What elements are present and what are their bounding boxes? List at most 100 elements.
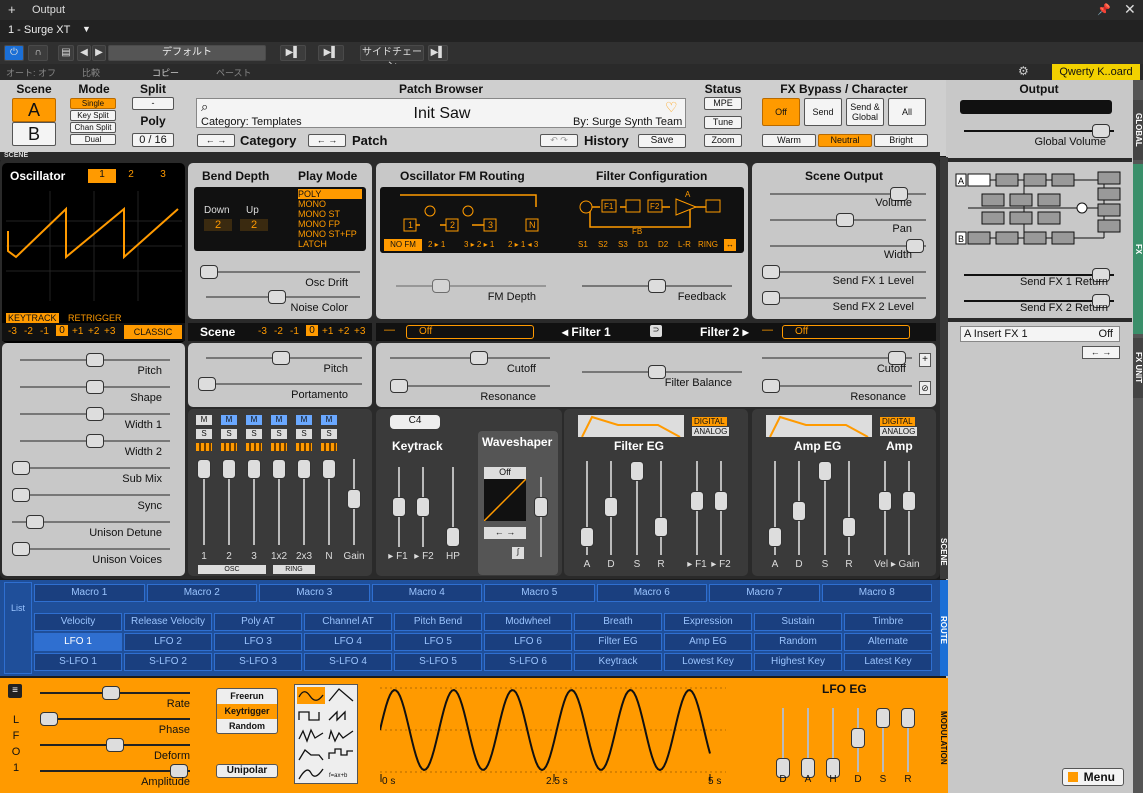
mod-source-lfo-9[interactable]: Random xyxy=(754,633,842,651)
lfo-menu-icon[interactable]: ≡ xyxy=(8,684,22,698)
mixer-mute-5[interactable]: M xyxy=(296,415,312,425)
character-neutral[interactable]: Neutral xyxy=(818,134,872,147)
slider-knob[interactable] xyxy=(792,501,806,521)
category-nav-arrows[interactable]: ← → xyxy=(197,134,235,147)
amp-eg-slider-4[interactable] xyxy=(842,461,856,555)
lfo-trigger-keytrigger[interactable]: Keytrigger xyxy=(217,704,277,719)
osc-type-select[interactable]: CLASSIC xyxy=(124,325,182,339)
play-mode-mono-st-fp[interactable]: MONO ST+FP xyxy=(298,229,362,239)
keytrack-toggle[interactable]: KEYTRACK xyxy=(6,313,59,323)
filter-cfg-s1[interactable]: S1 xyxy=(578,239,588,251)
slider-knob[interactable] xyxy=(818,461,832,481)
slider-knob[interactable] xyxy=(842,517,856,537)
fx-send-global-button[interactable]: Send & Global xyxy=(846,98,884,126)
bend-up-value[interactable]: 2 xyxy=(240,219,268,231)
mod-source-lfo-8[interactable]: Amp EG xyxy=(664,633,752,651)
scene-octave-m3[interactable]: -3 xyxy=(258,326,267,337)
mixer-mute-1[interactable]: M xyxy=(196,415,212,425)
filter-cfg-s3[interactable]: S3 xyxy=(618,239,628,251)
macro-4[interactable]: Macro 4 xyxy=(371,584,482,602)
waveshaper-type-select[interactable]: Off xyxy=(484,467,526,479)
slider-knob[interactable] xyxy=(876,708,890,728)
tab-scene[interactable]: SCENE xyxy=(939,527,948,577)
filter-cfg-ring[interactable]: RING xyxy=(698,239,718,251)
mixer-route-2[interactable] xyxy=(221,443,237,451)
mod-source-slfo-7[interactable]: Keytrack xyxy=(574,653,662,671)
mixer-route-3[interactable] xyxy=(246,443,262,451)
save-button[interactable]: Save xyxy=(638,134,686,148)
mod-source-lfo-10[interactable]: Alternate xyxy=(844,633,932,651)
osc-1-button[interactable]: 1 xyxy=(88,169,116,183)
mod-source-lfo-2[interactable]: LFO 2 xyxy=(124,633,212,651)
filter-eg-digital[interactable]: DIGITAL xyxy=(692,417,727,426)
macro-6[interactable]: Macro 6 xyxy=(596,584,707,602)
amp-eg-slider-6[interactable] xyxy=(902,461,916,555)
zoom-button[interactable]: Zoom xyxy=(704,134,742,147)
osc-octave-m2[interactable]: -2 xyxy=(24,326,33,337)
insert-fx-nav-arrows[interactable]: ← → xyxy=(1082,346,1120,359)
mixer-solo-2[interactable]: S xyxy=(221,429,237,439)
macro-7[interactable]: Macro 7 xyxy=(709,584,820,602)
sidechain-icon[interactable]: ▶▌ xyxy=(428,45,448,61)
mod-source-lfo-5[interactable]: LFO 5 xyxy=(394,633,482,651)
mixer-mute-2[interactable]: M xyxy=(221,415,237,425)
filter2-type-select[interactable]: Off xyxy=(782,325,910,339)
mixer-route-5[interactable] xyxy=(296,443,312,451)
tab-global[interactable]: GLOBAL xyxy=(1133,100,1143,160)
mixer-level-slider-4[interactable] xyxy=(272,459,286,545)
play-mode-list[interactable]: POLY MONO MONO ST MONO FP MONO ST+FP LAT… xyxy=(298,189,362,249)
slider-knob[interactable] xyxy=(322,459,336,479)
filter1-type-select[interactable]: Off xyxy=(406,325,534,339)
bend-down-value[interactable]: 2 xyxy=(204,219,232,231)
slider-knob[interactable] xyxy=(878,491,892,511)
mod-source-9[interactable]: Sustain xyxy=(754,613,842,631)
slider-knob[interactable] xyxy=(768,527,782,547)
filter-eg-slider-6[interactable] xyxy=(714,461,728,555)
add-filter-icon[interactable]: + xyxy=(919,353,931,367)
lfo-eg-slider-5[interactable] xyxy=(876,708,890,772)
mixer-route-4[interactable] xyxy=(271,443,287,451)
compare-button[interactable]: 比較 xyxy=(82,66,100,79)
scene-octave-p2[interactable]: +2 xyxy=(338,326,349,337)
retrigger-toggle[interactable]: RETRIGGER xyxy=(68,313,122,323)
mixer-level-slider-7[interactable] xyxy=(347,459,361,545)
mixer-level-slider-3[interactable] xyxy=(247,459,261,545)
macro-3[interactable]: Macro 3 xyxy=(259,584,370,602)
favorite-heart-icon[interactable]: ♡ xyxy=(665,99,678,116)
copy-button[interactable]: コピー xyxy=(152,66,179,79)
waveshaper-drive-slider[interactable] xyxy=(534,477,548,557)
track-dropdown-icon[interactable]: ▼ xyxy=(82,24,91,34)
slider-knob[interactable] xyxy=(197,459,211,479)
scene-octave-0[interactable]: 0 xyxy=(306,325,318,336)
osc-2-button[interactable]: 2 xyxy=(124,169,138,180)
lfo-eg-slider-6[interactable] xyxy=(901,708,915,772)
mixer-route-1[interactable] xyxy=(196,443,212,451)
mod-source-slfo-2[interactable]: S-LFO 2 xyxy=(124,653,212,671)
mixer-level-slider-1[interactable] xyxy=(197,459,211,545)
mod-source-3[interactable]: Poly AT xyxy=(214,613,302,631)
hp-slider[interactable] xyxy=(446,467,460,547)
patch-browser[interactable]: ⌕ Category: Templates Init Saw By: Surge… xyxy=(196,98,686,128)
mod-source-slfo-8[interactable]: Lowest Key xyxy=(664,653,752,671)
scene-a-button[interactable]: A xyxy=(12,98,56,122)
fx-send-button[interactable]: Send xyxy=(804,98,842,126)
prev-icon[interactable]: ◀ xyxy=(77,45,91,61)
slider-knob[interactable] xyxy=(902,491,916,511)
mod-source-10[interactable]: Timbre xyxy=(844,613,932,631)
slider-knob[interactable] xyxy=(347,489,361,509)
fm-mode-21[interactable]: 2 ▸ 1 xyxy=(428,239,458,251)
patch-nav-arrows[interactable]: ← → xyxy=(308,134,346,147)
mode-key-split[interactable]: Key Split xyxy=(70,110,116,121)
tab-fx[interactable]: FX xyxy=(1133,164,1143,334)
close-icon[interactable]: ✕ xyxy=(1124,1,1136,18)
filter-eg-slider-5[interactable] xyxy=(690,461,704,555)
save-icon[interactable]: ▤ xyxy=(58,45,74,61)
fx-routing-diagram[interactable]: A B xyxy=(954,168,1126,254)
mixer-solo-4[interactable]: S xyxy=(271,429,287,439)
character-warm[interactable]: Warm xyxy=(762,134,816,147)
mod-source-slfo-5[interactable]: S-LFO 5 xyxy=(394,653,482,671)
filter1-label[interactable]: ◂ Filter 1 xyxy=(562,325,611,339)
slider-knob[interactable] xyxy=(851,728,865,748)
filter-cfg-s2[interactable]: S2 xyxy=(598,239,608,251)
play-mode-latch[interactable]: LATCH xyxy=(298,239,362,249)
